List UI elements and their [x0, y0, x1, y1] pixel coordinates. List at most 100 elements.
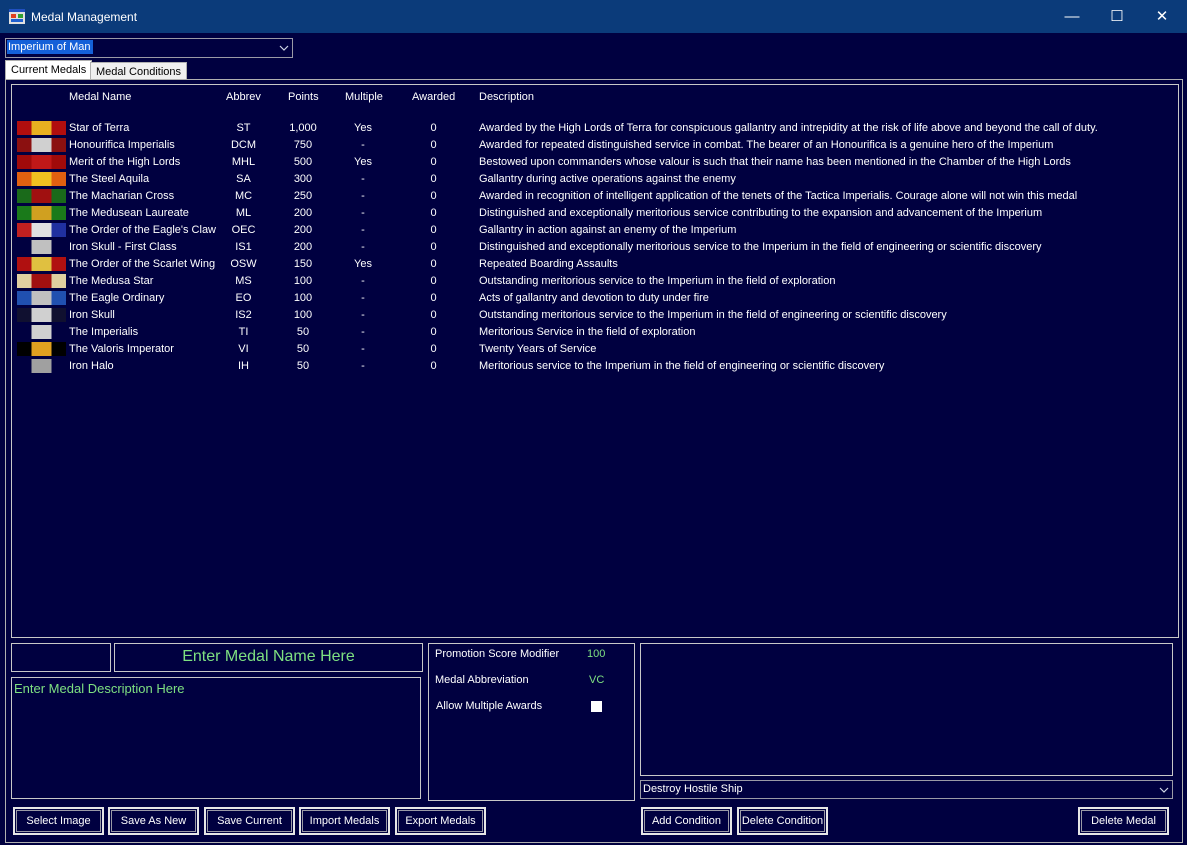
medal-points: 100 — [293, 292, 313, 304]
medal-awarded: 0 — [430, 207, 437, 219]
table-row[interactable]: The Steel Aquila SA 300 - 0 Gallantry during … — [12, 171, 1172, 188]
medal-list[interactable]: Medal Name Abbrev Points Multiple Awarde… — [11, 84, 1179, 638]
medal-abbrev: EO — [235, 292, 252, 304]
table-row[interactable]: Merit of the High Lords MHL 500 Yes 0 Bestowe… — [12, 154, 1172, 171]
select-image-button[interactable]: Select Image — [13, 807, 104, 835]
medal-ribbon-icon — [17, 240, 66, 254]
medal-multiple: Yes — [354, 258, 372, 270]
conditions-list[interactable] — [640, 643, 1173, 776]
minimize-button[interactable]: — — [1049, 0, 1095, 33]
medal-awarded: 0 — [430, 309, 437, 321]
table-row[interactable]: Star of Terra ST 1,000 Yes 0 Awarded by the H… — [12, 120, 1172, 137]
table-row[interactable]: The Order of the Eagle's Claw OEC 200 - 0 Gal… — [12, 222, 1172, 239]
faction-select[interactable]: Imperium of Man — [5, 38, 293, 58]
promotion-score-input[interactable]: 100 — [587, 648, 605, 660]
client-area: Imperium of Man Current Medals Medal Con… — [0, 33, 1187, 845]
medal-description: Outstanding meritorious service to the I… — [479, 309, 947, 321]
medal-awarded: 0 — [430, 122, 437, 134]
export-medals-button[interactable]: Export Medals — [395, 807, 486, 835]
close-button[interactable]: ✕ — [1139, 0, 1185, 33]
column-header-name[interactable]: Medal Name — [69, 91, 131, 103]
medal-multiple: - — [361, 309, 365, 321]
medal-name: The Imperialis — [69, 326, 139, 338]
chevron-down-icon[interactable] — [275, 39, 292, 57]
medal-multiple: - — [361, 275, 365, 287]
medal-name-input[interactable]: Enter Medal Name Here — [114, 643, 423, 672]
add-condition-button[interactable]: Add Condition — [641, 807, 732, 835]
table-row[interactable]: The Macharian Cross MC 250 - 0 Awarded in rec… — [12, 188, 1172, 205]
medal-multiple: - — [361, 207, 365, 219]
medal-abbrev: IS1 — [235, 241, 252, 253]
medal-name: The Steel Aquila — [69, 173, 150, 185]
medal-properties-box: Promotion Score Modifier 100 Medal Abbre… — [428, 643, 635, 801]
medal-ribbon-icon — [17, 257, 66, 271]
medal-image-box — [11, 643, 111, 672]
medal-abbrev: ST — [236, 122, 251, 134]
medal-abbrev: DCM — [230, 139, 257, 151]
medal-description: Twenty Years of Service — [479, 343, 597, 355]
medal-description: Awarded by the High Lords of Terra for c… — [479, 122, 1098, 134]
medal-awarded: 0 — [430, 275, 437, 287]
current-medals-panel: Medal Name Abbrev Points Multiple Awarde… — [5, 79, 1183, 843]
maximize-button[interactable]: ☐ — [1094, 0, 1140, 33]
condition-select-value: Destroy Hostile Ship — [643, 783, 743, 795]
medal-awarded: 0 — [430, 343, 437, 355]
chevron-down-icon[interactable] — [1155, 781, 1172, 798]
medal-description: Meritorious service to the Imperium in t… — [479, 360, 885, 372]
condition-select[interactable]: Destroy Hostile Ship — [640, 780, 1173, 799]
table-row[interactable]: Honourifica Imperialis DCM 750 - 0 Awarded fo… — [12, 137, 1172, 154]
medal-name: Iron Halo — [69, 360, 114, 372]
table-row[interactable]: The Medusean Laureate ML 200 - 0 Distinguishe… — [12, 205, 1172, 222]
medal-description-input[interactable]: Enter Medal Description Here — [11, 677, 421, 799]
medal-points: 100 — [293, 275, 313, 287]
table-row[interactable]: The Imperialis TI 50 - 0 Meritorious Service … — [12, 324, 1172, 341]
medal-description: Repeated Boarding Assaults — [479, 258, 618, 270]
medal-multiple: - — [361, 190, 365, 202]
delete-condition-button[interactable]: Delete Condition — [737, 807, 828, 835]
medal-points: 200 — [293, 224, 313, 236]
import-medals-button[interactable]: Import Medals — [299, 807, 390, 835]
column-header-multiple[interactable]: Multiple — [345, 91, 383, 103]
delete-medal-button[interactable]: Delete Medal — [1078, 807, 1169, 835]
medal-multiple: Yes — [354, 122, 372, 134]
medal-name: Iron Skull - First Class — [69, 241, 177, 253]
medal-points: 150 — [293, 258, 313, 270]
medal-points: 100 — [293, 309, 313, 321]
table-row[interactable]: Iron Skull IS2 100 - 0 Outstanding meritoriou… — [12, 307, 1172, 324]
table-row[interactable]: Iron Skull - First Class IS1 200 - 0 Distingu… — [12, 239, 1172, 256]
column-header-description[interactable]: Description — [479, 91, 534, 103]
medal-awarded: 0 — [430, 139, 437, 151]
table-row[interactable]: Iron Halo IH 50 - 0 Meritorious service to th… — [12, 358, 1172, 375]
column-header-points[interactable]: Points — [288, 91, 319, 103]
table-row[interactable]: The Eagle Ordinary EO 100 - 0 Acts of gallant… — [12, 290, 1172, 307]
medal-description: Bestowed upon commanders whose valour is… — [479, 156, 1071, 168]
medal-abbrev: MC — [234, 190, 253, 202]
save-current-button[interactable]: Save Current — [204, 807, 295, 835]
medal-awarded: 0 — [430, 173, 437, 185]
promotion-score-label: Promotion Score Modifier — [435, 648, 560, 660]
medal-abbrev: SA — [236, 173, 251, 185]
medal-awarded: 0 — [430, 156, 437, 168]
save-as-new-button[interactable]: Save As New — [108, 807, 199, 835]
allow-multiple-checkbox[interactable] — [591, 701, 602, 712]
medal-awarded: 0 — [430, 326, 437, 338]
medal-points: 200 — [293, 241, 313, 253]
medal-abbrev: VI — [238, 343, 249, 355]
medal-name: The Macharian Cross — [69, 190, 175, 202]
medal-ribbon-icon — [17, 308, 66, 322]
medal-abbrev: MHL — [231, 156, 256, 168]
medal-multiple: - — [361, 343, 365, 355]
medal-ribbon-icon — [17, 138, 66, 152]
column-header-abbrev[interactable]: Abbrev — [226, 91, 261, 103]
medal-awarded: 0 — [430, 241, 437, 253]
table-row[interactable]: The Order of the Scarlet Wing OSW 150 Yes 0 R… — [12, 256, 1172, 273]
medal-abbreviation-input[interactable]: VC — [589, 674, 604, 686]
medal-abbrev: IS2 — [235, 309, 252, 321]
medal-points: 1,000 — [289, 122, 317, 134]
tab-current-medals[interactable]: Current Medals — [5, 60, 93, 81]
table-row[interactable]: The Valoris Imperator VI 50 - 0 Twenty Years … — [12, 341, 1172, 358]
medal-ribbon-icon — [17, 189, 66, 203]
medal-ribbon-icon — [17, 291, 66, 305]
column-header-awarded[interactable]: Awarded — [412, 91, 455, 103]
table-row[interactable]: The Medusa Star MS 100 - 0 Outstanding merito… — [12, 273, 1172, 290]
